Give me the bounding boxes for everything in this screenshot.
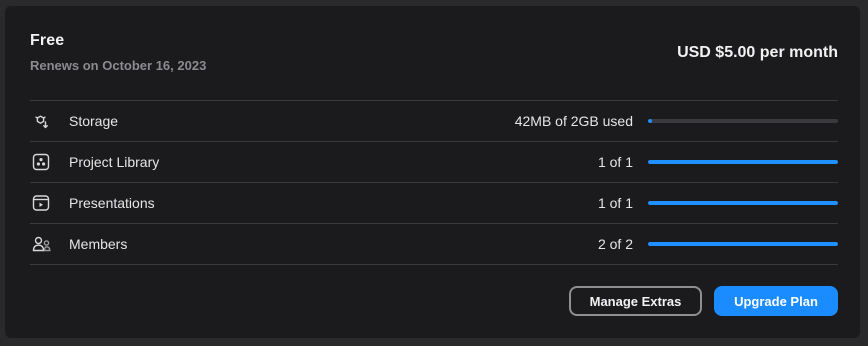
members-progress-bar: [648, 242, 838, 246]
usage-value: 42MB of 2GB used: [514, 113, 633, 129]
usage-row-storage: Storage 42MB of 2GB used: [30, 101, 838, 142]
usage-label: Storage: [69, 113, 119, 129]
usage-label: Project Library: [69, 154, 160, 170]
presentations-progress-bar: [648, 201, 838, 205]
renewal-date: Renews on October 16, 2023: [30, 58, 207, 73]
usage-row-presentations: Presentations 1 of 1: [30, 183, 838, 224]
members-icon: [32, 235, 51, 253]
plan-name: Free: [30, 32, 65, 49]
usage-row-project-library: Project Library 1 of 1: [30, 142, 838, 183]
storage-progress-bar: [648, 119, 838, 123]
usage-row-members: Members 2 of 2: [30, 224, 838, 265]
presentations-progress-fill: [648, 201, 838, 205]
presentation-icon: [32, 194, 50, 212]
cloud-sync-icon: [32, 112, 50, 130]
storage-progress-fill: [648, 119, 652, 123]
upgrade-plan-button[interactable]: Upgrade Plan: [714, 286, 838, 316]
usage-value: 1 of 1: [597, 154, 633, 170]
usage-label: Members: [69, 236, 128, 252]
plan-price: USD $5.00 per month: [677, 44, 838, 61]
usage-value: 2 of 2: [597, 236, 633, 252]
project-library-progress-bar: [648, 160, 838, 164]
project-library-progress-fill: [648, 160, 838, 164]
members-progress-fill: [648, 242, 838, 246]
usage-list: Storage 42MB of 2GB used Project Library…: [30, 100, 838, 265]
usage-value: 1 of 1: [597, 195, 633, 211]
project-library-icon: [32, 153, 50, 171]
subscription-card: Free Renews on October 16, 2023 USD $5.0…: [5, 6, 860, 338]
manage-extras-button[interactable]: Manage Extras: [569, 286, 702, 316]
usage-label: Presentations: [69, 195, 155, 211]
